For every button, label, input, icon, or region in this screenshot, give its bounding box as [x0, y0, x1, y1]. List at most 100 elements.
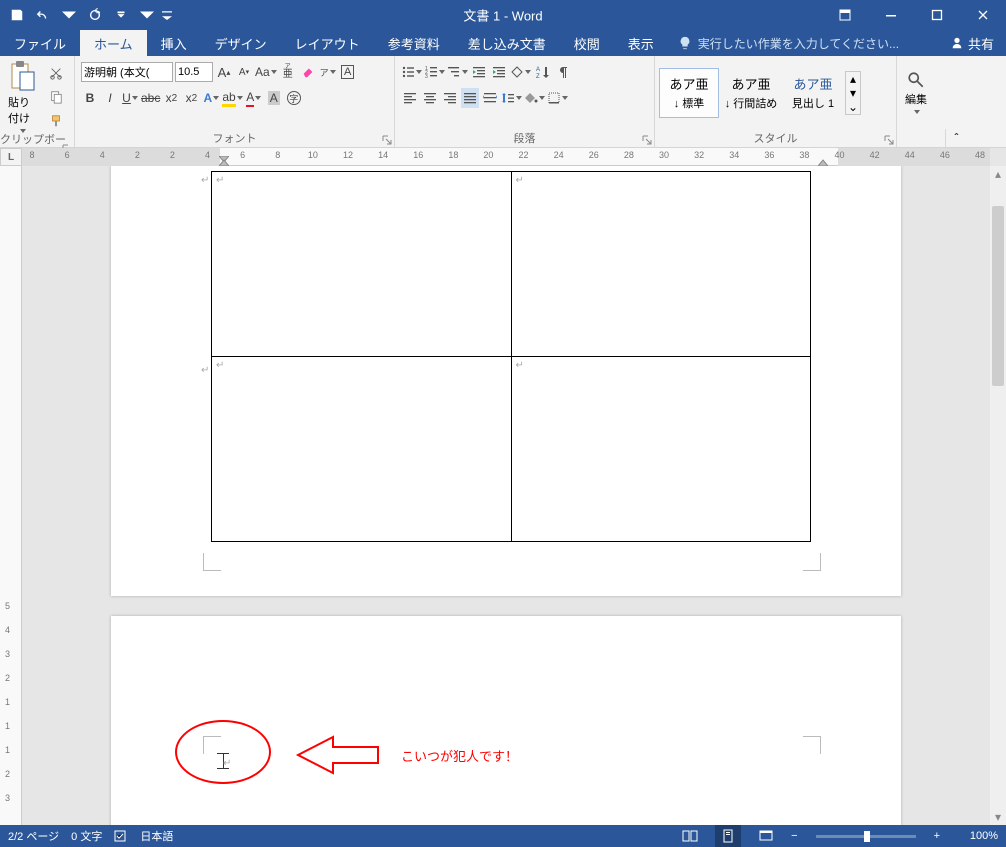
tab-mailings[interactable]: 差し込み文書: [454, 30, 560, 56]
enclose-chars-button[interactable]: ア: [319, 62, 337, 82]
style-normal[interactable]: あア亜 ↓ 標準: [659, 68, 719, 118]
bold-button[interactable]: B: [81, 88, 99, 108]
tab-design[interactable]: デザイン: [201, 30, 281, 56]
document-canvas[interactable]: ↵ ↵ ↵↵ ↵↵ ↵ こいつが犯人です！: [22, 166, 990, 825]
zoom-slider[interactable]: [816, 835, 916, 838]
horizontal-ruler[interactable]: 8642246810121416182022242628303234363840…: [22, 148, 990, 166]
align-center-button[interactable]: [421, 88, 439, 108]
justify-button[interactable]: [461, 88, 479, 108]
table-cell[interactable]: ↵: [212, 172, 512, 357]
font-size-input[interactable]: [175, 62, 213, 82]
maximize-icon[interactable]: [914, 0, 960, 30]
decrease-indent-button[interactable]: [470, 62, 488, 82]
paste-button[interactable]: 貼り付け: [4, 58, 40, 136]
distribute-button[interactable]: [481, 88, 499, 108]
qat-customize-icon[interactable]: [110, 4, 132, 26]
increase-indent-button[interactable]: [490, 62, 508, 82]
copy-button[interactable]: [46, 87, 66, 107]
table-cell[interactable]: ↵: [212, 357, 512, 542]
tab-selector[interactable]: L: [0, 148, 22, 166]
chevron-up-icon[interactable]: ▴: [846, 72, 860, 86]
tab-home[interactable]: ホーム: [80, 30, 147, 56]
font-color-button[interactable]: A: [245, 88, 263, 108]
align-right-button[interactable]: [441, 88, 459, 108]
tab-review[interactable]: 校閲: [560, 30, 614, 56]
style-expand-icon[interactable]: ⌄: [846, 100, 860, 114]
dialog-launcher-icon[interactable]: [642, 135, 652, 145]
line-spacing-button[interactable]: [501, 88, 522, 108]
zoom-knob[interactable]: [864, 831, 870, 842]
char-border-button[interactable]: A: [339, 62, 357, 82]
char-shading-button[interactable]: A: [265, 88, 283, 108]
zoom-out-button[interactable]: −: [791, 830, 797, 842]
tab-view[interactable]: 表示: [614, 30, 668, 56]
highlight-button[interactable]: ab: [222, 88, 242, 108]
style-gallery-nav[interactable]: ▴ ▾ ⌄: [845, 71, 861, 115]
zoom-in-button[interactable]: +: [934, 830, 940, 842]
asian-layout-button[interactable]: [510, 62, 531, 82]
grow-font-button[interactable]: A▴: [215, 62, 233, 82]
tab-insert[interactable]: 挿入: [147, 30, 201, 56]
italic-button[interactable]: I: [101, 88, 119, 108]
undo-icon[interactable]: [32, 4, 54, 26]
redo-icon[interactable]: [84, 4, 106, 26]
undo-dropdown-icon[interactable]: [58, 4, 80, 26]
subscript-button[interactable]: x2: [162, 88, 180, 108]
phonetic-guide-button[interactable]: 亜ア: [279, 62, 297, 82]
cut-button[interactable]: [46, 63, 66, 83]
multilevel-button[interactable]: [447, 62, 468, 82]
table-cell[interactable]: ↵: [511, 172, 811, 357]
table-cell[interactable]: ↵: [511, 357, 811, 542]
view-read-icon[interactable]: [677, 825, 703, 847]
scroll-up-icon[interactable]: ▴: [990, 166, 1006, 182]
close-icon[interactable]: [960, 0, 1006, 30]
document-table[interactable]: ↵↵ ↵↵: [211, 171, 811, 542]
ribbon-display-icon[interactable]: [822, 0, 868, 30]
status-proofing-icon[interactable]: [114, 829, 128, 843]
vertical-ruler[interactable]: 543211123: [0, 166, 22, 825]
shading-button[interactable]: [524, 88, 545, 108]
tab-layout[interactable]: レイアウト: [281, 30, 374, 56]
numbering-button[interactable]: 123: [424, 62, 445, 82]
style-nospacing[interactable]: あア亜 ↓ 行間詰め: [721, 68, 781, 118]
underline-button[interactable]: U: [121, 88, 139, 108]
asian-layout-icon: [510, 65, 524, 79]
strikethrough-button[interactable]: abc: [141, 88, 160, 108]
clear-format-button[interactable]: [299, 62, 317, 82]
align-left-button[interactable]: [401, 88, 419, 108]
zoom-level[interactable]: 100%: [952, 830, 998, 842]
editing-button[interactable]: 編集: [901, 69, 931, 117]
format-painter-button[interactable]: [46, 111, 66, 131]
show-marks-button[interactable]: [553, 62, 571, 82]
share-button[interactable]: 共有: [938, 30, 1006, 56]
status-language[interactable]: 日本語: [140, 828, 173, 844]
view-web-icon[interactable]: [753, 825, 779, 847]
tab-references[interactable]: 参考資料: [374, 30, 454, 56]
font-name-input[interactable]: [81, 62, 173, 82]
text-effects-button[interactable]: A: [202, 88, 220, 108]
superscript-button[interactable]: x2: [182, 88, 200, 108]
shrink-font-button[interactable]: A▾: [235, 62, 253, 82]
status-wordcount[interactable]: 0 文字: [71, 828, 102, 844]
row-mark-icon: ↵: [201, 365, 209, 376]
save-icon[interactable]: [6, 4, 28, 26]
borders-button[interactable]: [547, 88, 568, 108]
change-case-button[interactable]: Aa: [255, 62, 277, 82]
vertical-scrollbar[interactable]: ▴ ▾: [990, 166, 1006, 825]
bullets-button[interactable]: [401, 62, 422, 82]
minimize-icon[interactable]: [868, 0, 914, 30]
view-print-icon[interactable]: [715, 825, 741, 847]
qat-more-icon[interactable]: [136, 4, 158, 26]
tab-file[interactable]: ファイル: [0, 30, 80, 56]
dialog-launcher-icon[interactable]: [884, 135, 894, 145]
tell-me-box[interactable]: 実行したい作業を入力してください...: [668, 30, 938, 56]
style-heading1[interactable]: あア亜 見出し 1: [783, 68, 843, 118]
dialog-launcher-icon[interactable]: [382, 135, 392, 145]
enclose-circle-button[interactable]: 字: [285, 88, 303, 108]
scroll-down-icon[interactable]: ▾: [990, 809, 1006, 825]
scroll-thumb[interactable]: [992, 206, 1004, 386]
sort-button[interactable]: AZ: [533, 62, 551, 82]
collapse-ribbon-icon[interactable]: ˆ: [945, 129, 967, 147]
chevron-down-icon[interactable]: ▾: [846, 86, 860, 100]
status-page[interactable]: 2/2 ページ: [8, 828, 59, 844]
